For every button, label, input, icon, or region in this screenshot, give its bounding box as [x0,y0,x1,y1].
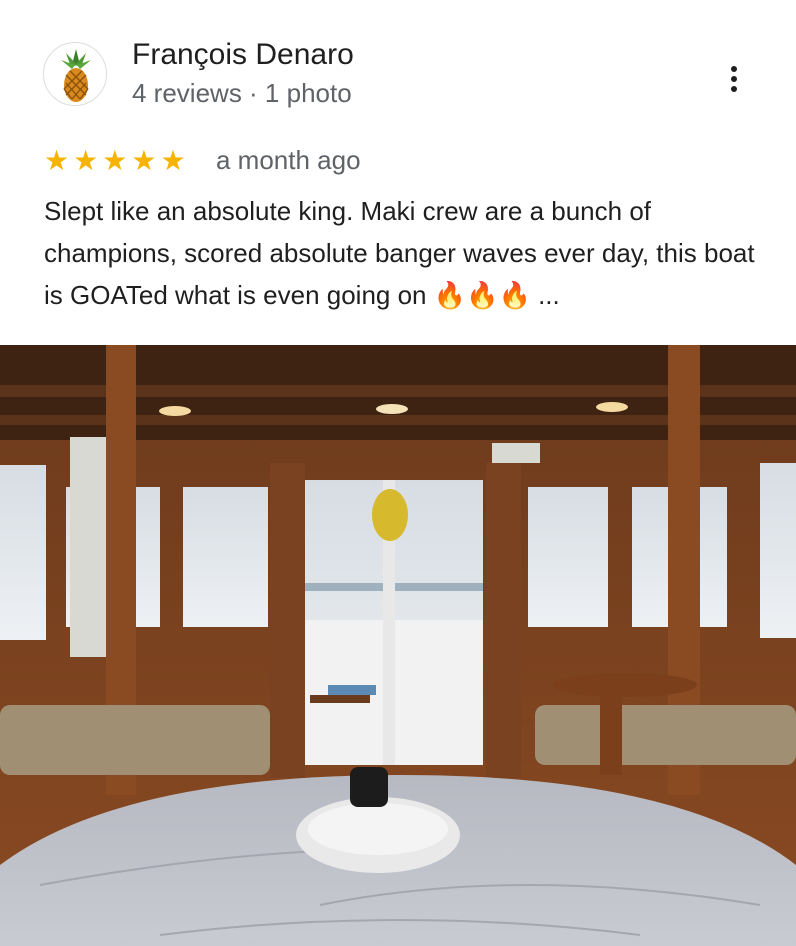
more-options-button[interactable] [718,62,750,96]
review-header: François Denaro 4 reviews · 1 photo [0,0,796,140]
star-icon: ★ [102,145,128,176]
avatar[interactable] [43,42,107,106]
star-rating: ★ ★ ★ ★ ★ [44,146,190,176]
review-date: a month ago [216,145,361,175]
star-icon: ★ [160,145,186,176]
author-review-count: 4 reviews · 1 photo [132,78,352,108]
author-name[interactable]: François Denaro [132,38,354,72]
star-icon: ★ [44,145,70,176]
more-vert-icon [731,66,737,72]
review-photo[interactable] [0,345,796,946]
star-icon: ★ [73,145,99,176]
star-icon: ★ [131,145,157,176]
pineapple-icon [44,43,106,105]
review-text[interactable]: Slept like an absolute king. Maki crew a… [44,190,764,316]
